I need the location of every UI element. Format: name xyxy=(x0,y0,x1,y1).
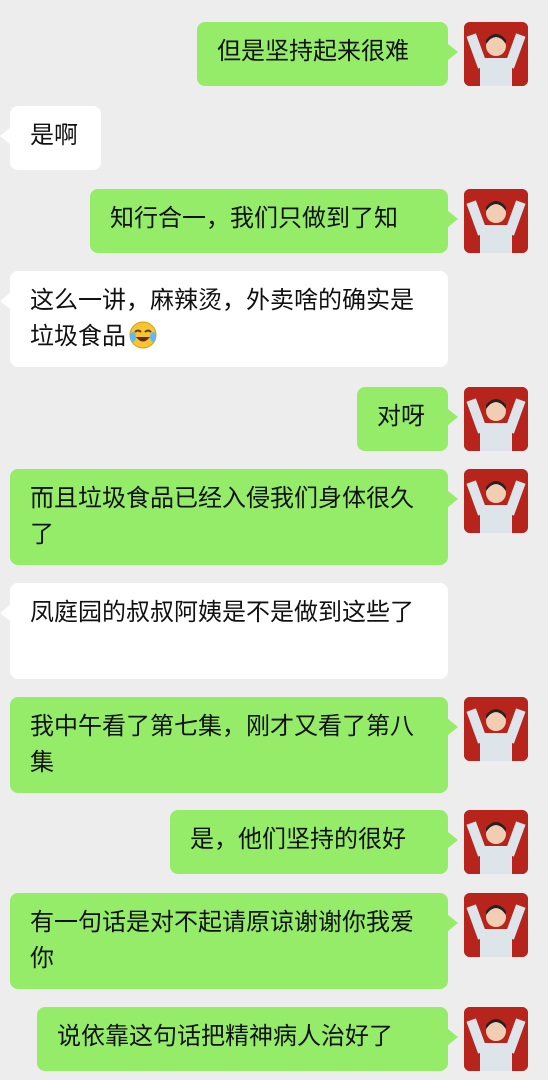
message-bubble[interactable]: 知行合一，我们只做到了知 xyxy=(90,189,458,253)
avatar-image xyxy=(464,1007,528,1071)
avatar-image xyxy=(464,697,528,761)
message-text: 我中午看了第七集，刚才又看了第八集 xyxy=(30,712,414,776)
user-avatar[interactable] xyxy=(464,469,528,533)
user-avatar[interactable] xyxy=(464,189,528,253)
message-bubble[interactable]: 这么一讲，麻辣烫，外卖啥的确实是垃圾食品 xyxy=(0,271,448,367)
avatar-image xyxy=(464,469,528,533)
message-bubble[interactable]: 说依靠这句话把精神病人治好了 xyxy=(37,1007,458,1071)
message-bubble[interactable]: 是啊 xyxy=(0,106,101,170)
message-text: 知行合一，我们只做到了知 xyxy=(110,204,398,232)
message-row: 说依靠这句话把精神病人治好了 xyxy=(0,1007,548,1071)
message-bubble[interactable]: 但是坚持起来很难 xyxy=(197,22,458,86)
message-row: 有一句话是对不起请原谅谢谢你我爱你 xyxy=(0,893,548,989)
user-avatar[interactable] xyxy=(464,387,528,451)
message-row: 这么一讲，麻辣烫，外卖啥的确实是垃圾食品 xyxy=(0,271,548,367)
message-text: 对呀 xyxy=(377,402,425,430)
chat-message-list[interactable]: 但是坚持起来很难 是啊 知行合一，我们只做到了知 这么一讲，麻辣烫，外卖啥的确实… xyxy=(0,0,548,1080)
message-bubble[interactable]: 凤庭园的叔叔阿姨是不是做到这些了 xyxy=(0,583,448,679)
user-avatar[interactable] xyxy=(464,1007,528,1071)
avatar-image xyxy=(464,810,528,874)
message-bubble[interactable]: 我中午看了第七集，刚才又看了第八集 xyxy=(10,697,458,793)
avatar-image xyxy=(464,893,528,957)
avatar-image xyxy=(464,189,528,253)
message-text: 是啊 xyxy=(30,121,78,149)
message-text: 但是坚持起来很难 xyxy=(217,37,409,65)
message-row: 是，他们坚持的很好 xyxy=(0,810,548,874)
message-bubble[interactable]: 对呀 xyxy=(357,387,458,451)
message-row: 但是坚持起来很难 xyxy=(0,22,548,86)
message-text: 而且垃圾食品已经入侵我们身体很久了 xyxy=(30,484,414,548)
user-avatar[interactable] xyxy=(464,22,528,86)
user-avatar[interactable] xyxy=(464,697,528,761)
message-row: 凤庭园的叔叔阿姨是不是做到这些了 xyxy=(0,583,548,679)
message-bubble[interactable]: 有一句话是对不起请原谅谢谢你我爱你 xyxy=(10,893,458,989)
message-bubble[interactable]: 是，他们坚持的很好 xyxy=(170,810,458,874)
message-text: 凤庭园的叔叔阿姨是不是做到这些了 xyxy=(30,598,414,626)
user-avatar[interactable] xyxy=(464,893,528,957)
message-row: 知行合一，我们只做到了知 xyxy=(0,189,548,253)
message-row: 对呀 xyxy=(0,387,548,451)
message-text: 有一句话是对不起请原谅谢谢你我爱你 xyxy=(30,908,414,972)
message-text: 说依靠这句话把精神病人治好了 xyxy=(57,1022,393,1050)
avatar-image xyxy=(464,387,528,451)
message-text: 是，他们坚持的很好 xyxy=(190,825,406,853)
user-avatar[interactable] xyxy=(464,810,528,874)
message-bubble[interactable]: 而且垃圾食品已经入侵我们身体很久了 xyxy=(10,469,458,565)
message-row: 我中午看了第七集，刚才又看了第八集 xyxy=(0,697,548,793)
message-row: 而且垃圾食品已经入侵我们身体很久了 xyxy=(0,469,548,565)
avatar-image xyxy=(464,22,528,86)
laugh-cry-emoji xyxy=(129,321,157,349)
message-text: 这么一讲，麻辣烫，外卖啥的确实是垃圾食品 xyxy=(30,286,414,350)
message-row: 是啊 xyxy=(0,106,548,170)
